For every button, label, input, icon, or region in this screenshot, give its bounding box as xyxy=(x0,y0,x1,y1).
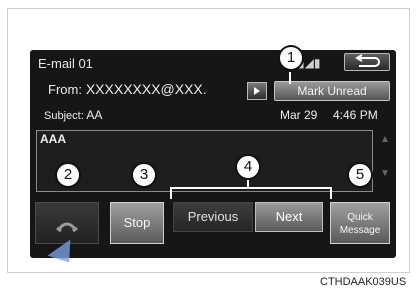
callout-4: 4 xyxy=(235,154,261,180)
message-body-box[interactable] xyxy=(36,130,373,192)
callout-4-bracket xyxy=(170,187,332,199)
subject-label: Subject: xyxy=(44,110,84,122)
from-row: From: XXXXXXXX@XXX. xyxy=(48,81,207,97)
quick-message-button[interactable]: Quick Message xyxy=(330,202,390,244)
scroll-up-icon[interactable]: ▲ xyxy=(380,134,390,154)
next-button[interactable]: Next xyxy=(255,202,323,232)
subject-value: AA xyxy=(86,108,103,122)
play-button[interactable] xyxy=(247,82,267,100)
mark-unread-button[interactable]: Mark Unread xyxy=(274,81,390,101)
callout-3: 3 xyxy=(131,162,157,188)
back-button[interactable] xyxy=(344,53,390,71)
subject-row: Subject: AA xyxy=(44,108,102,122)
received-date: Mar 29 xyxy=(280,108,318,122)
from-label: From: xyxy=(48,82,82,97)
message-body: AAA xyxy=(40,132,66,146)
received-time: 4:46 PM xyxy=(333,108,378,122)
email-screen: E-mail 01 ▮◢▮ From: XXXXXXXX@XXX. Mark U… xyxy=(30,50,396,258)
screen-title: E-mail 01 xyxy=(38,56,93,71)
call-sender-button[interactable] xyxy=(35,202,99,244)
stop-button[interactable]: Stop xyxy=(110,202,164,244)
figure-code: CTHDAAK039US xyxy=(320,276,407,288)
callout-1: 1 xyxy=(278,45,304,71)
from-address: XXXXXXXX@XXX. xyxy=(85,81,207,97)
return-arrow-icon xyxy=(355,54,380,67)
scroll-down-icon[interactable]: ▼ xyxy=(380,168,390,188)
callout-4-leader xyxy=(247,179,249,189)
quick-message-line1: Quick xyxy=(347,212,373,223)
callout-1-leader xyxy=(289,72,291,84)
callout-5: 5 xyxy=(347,162,373,188)
callout-2: 2 xyxy=(55,162,81,188)
quick-message-line2: Message xyxy=(339,225,381,236)
previous-button[interactable]: Previous xyxy=(173,202,253,232)
play-icon xyxy=(254,87,260,95)
phone-icon xyxy=(56,222,78,233)
